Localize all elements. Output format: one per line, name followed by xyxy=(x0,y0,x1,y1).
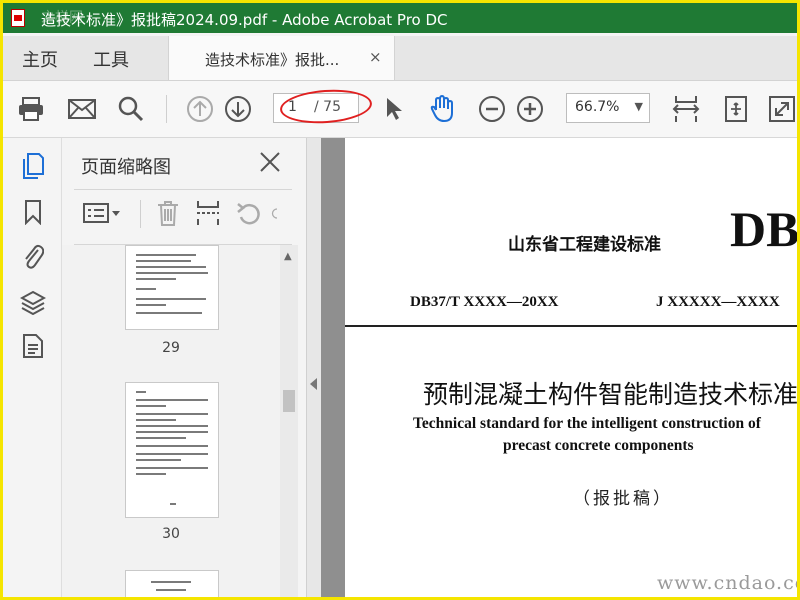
document-properties-icon[interactable] xyxy=(19,332,47,360)
delete-page-icon[interactable] xyxy=(153,198,183,228)
rotate-clockwise-icon[interactable] xyxy=(270,198,284,228)
email-icon[interactable] xyxy=(66,93,98,125)
full-screen-icon[interactable] xyxy=(766,93,797,125)
page-thumbnail-31[interactable] xyxy=(125,570,219,597)
chevron-down-icon: ▼ xyxy=(634,100,643,113)
document-background xyxy=(321,138,345,597)
bookmarks-icon[interactable] xyxy=(19,198,47,226)
fit-page-width-icon[interactable] xyxy=(670,93,702,125)
close-panel-icon[interactable] xyxy=(258,150,282,174)
thumbnail-page-number: 30 xyxy=(162,526,180,542)
thumbnail-page-number: 29 xyxy=(162,340,180,356)
panel-divider xyxy=(74,189,292,190)
site-url-watermark: www.cndao.com xyxy=(657,572,797,594)
zoom-level-value: 66.7% xyxy=(575,99,620,115)
tabs-row: 主页 工具 造技术标准》报批... × xyxy=(3,36,797,81)
title-bar: 之梯网 造技术标准》报批稿2024.09.pdf - Adobe Acrobat… xyxy=(3,3,797,33)
filing-code: J XXXXX—XXXX xyxy=(656,294,780,310)
hand-tool-icon[interactable] xyxy=(427,93,459,125)
tools-tab[interactable]: 工具 xyxy=(93,46,129,72)
zoom-in-icon[interactable] xyxy=(514,93,546,125)
english-title-line-1: Technical standard for the intelligent c… xyxy=(413,415,761,432)
window-title: 造技术标准》报批稿2024.09.pdf - Adobe Acrobat Pro… xyxy=(41,11,448,29)
page-thumbnails-icon[interactable] xyxy=(19,152,47,180)
rotate-counterclockwise-icon[interactable] xyxy=(234,198,264,228)
panel-title: 页面缩略图 xyxy=(81,157,171,178)
thumbnail-options-menu[interactable] xyxy=(81,198,123,228)
standard-organization: 山东省工程建设标准 xyxy=(508,235,661,255)
zoom-level-select[interactable]: 66.7% ▼ xyxy=(566,93,650,123)
collapse-panel-icon[interactable] xyxy=(310,378,317,390)
rotate-view-icon[interactable] xyxy=(720,93,752,125)
search-icon[interactable] xyxy=(115,93,147,125)
document-page: 山东省工程建设标准 DB DB37/T XXXX—20XX J XXXXX—XX… xyxy=(345,138,800,597)
next-page-icon[interactable] xyxy=(222,93,254,125)
app-frame: 之梯网 造技术标准》报批稿2024.09.pdf - Adobe Acrobat… xyxy=(0,0,800,600)
draft-label: （报批稿） xyxy=(573,489,673,509)
attachments-icon[interactable] xyxy=(19,242,47,270)
english-title-line-2: precast concrete components xyxy=(503,437,694,454)
navigation-rail xyxy=(6,138,62,597)
select-pointer-icon[interactable] xyxy=(379,93,411,125)
insert-page-icon[interactable] xyxy=(193,198,223,228)
document-tab-label: 造技术标准》报批... xyxy=(205,51,340,69)
previous-page-icon[interactable] xyxy=(184,93,216,125)
thumbnail-list: 29 30 xyxy=(62,245,280,597)
db-mark: DB xyxy=(730,201,800,257)
header-rule xyxy=(345,325,797,327)
toolbar-separator xyxy=(166,95,167,123)
chinese-title: 预制混凝土构件智能制造技术标准 xyxy=(423,380,799,409)
close-tab-icon[interactable]: × xyxy=(369,48,382,66)
thumbnail-scrollbar[interactable]: ▲ xyxy=(280,245,298,597)
layers-icon[interactable] xyxy=(19,288,47,316)
print-icon[interactable] xyxy=(15,93,47,125)
panel-toolbar-separator xyxy=(140,200,141,228)
scrollbar-thumb[interactable] xyxy=(283,390,295,412)
main-toolbar: 1 / 75 66.7% ▼ xyxy=(3,81,797,138)
thumbnails-panel: 页面缩略图 29 30 ▲ xyxy=(62,138,306,597)
zoom-out-icon[interactable] xyxy=(476,93,508,125)
page-thumbnail-29[interactable] xyxy=(125,245,219,330)
home-tab[interactable]: 主页 xyxy=(22,46,58,72)
scroll-up-icon[interactable]: ▲ xyxy=(284,251,292,262)
panel-splitter[interactable] xyxy=(306,138,322,597)
pdf-app-icon xyxy=(11,9,25,27)
page-thumbnail-30[interactable] xyxy=(125,382,219,518)
document-tab[interactable]: 造技术标准》报批... × xyxy=(168,36,395,80)
standard-code: DB37/T XXXX—20XX xyxy=(410,294,559,310)
